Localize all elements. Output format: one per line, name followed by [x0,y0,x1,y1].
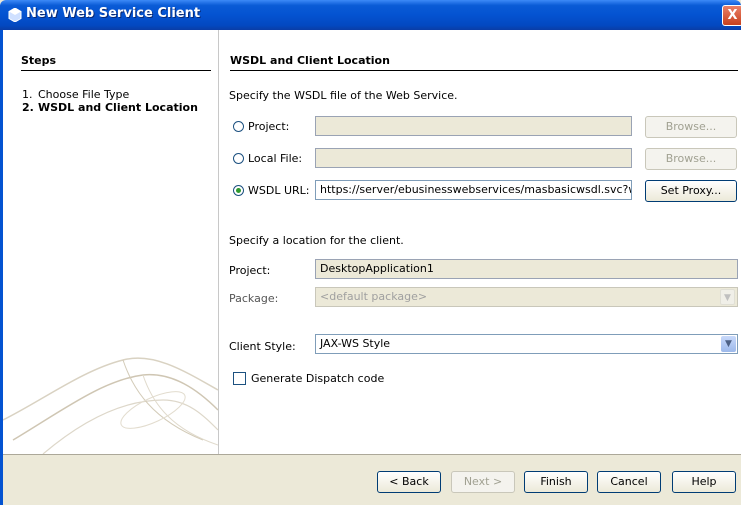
finish-button[interactable]: Finish [524,471,588,493]
steps-title: Steps [21,54,211,71]
project-radio[interactable] [233,121,244,132]
project-browse-button[interactable]: Browse... [645,116,737,138]
generate-dispatch-checkbox[interactable] [233,372,246,385]
panel-title: WSDL and Client Location [230,54,738,71]
netbeans-logo-icon [8,8,22,22]
title-bar[interactable]: New Web Service Client [0,0,741,30]
local-file-radio[interactable] [233,153,244,164]
wsdl-url-radio[interactable] [233,185,244,196]
local-file-field[interactable] [315,148,632,168]
wsdl-instruction: Specify the WSDL file of the Web Service… [229,89,458,102]
package-combo[interactable]: <default package> [315,287,738,307]
client-style-combo[interactable]: JAX-WS Style [315,334,738,354]
step-wsdl-client-location: 2. WSDL and Client Location [22,101,198,114]
decorative-swirl-graphic [3,357,218,454]
close-button[interactable]: X [722,5,741,26]
project-label: Project: [229,264,271,277]
client-style-dropdown-icon[interactable]: ▼ [721,336,736,352]
window-title: New Web Service Client [26,6,201,21]
local-file-radio-label[interactable]: Local File: [248,152,302,165]
project-radio-label[interactable]: Project: [248,120,289,133]
step-choose-file-type: 1. Choose File Type [22,88,130,101]
project-field: DesktopApplication1 [315,259,738,279]
generate-dispatch-label[interactable]: Generate Dispatch code [251,372,384,385]
wsdl-url-radio-label[interactable]: WSDL URL: [248,184,309,197]
set-proxy-button[interactable]: Set Proxy... [645,180,737,202]
local-file-browse-button[interactable]: Browse... [645,148,737,170]
back-button[interactable]: < Back [377,471,441,493]
package-label: Package: [229,292,279,305]
package-dropdown-icon[interactable]: ▼ [720,289,735,305]
help-button[interactable]: Help [672,471,736,493]
location-instruction: Specify a location for the client. [229,234,404,247]
project-wsdl-field[interactable] [315,116,632,136]
client-style-label: Client Style: [229,340,296,353]
wsdl-url-field[interactable]: https://server/ebusinesswebservices/masb… [315,180,632,200]
cancel-button[interactable]: Cancel [597,471,661,493]
next-button[interactable]: Next > [451,471,515,493]
